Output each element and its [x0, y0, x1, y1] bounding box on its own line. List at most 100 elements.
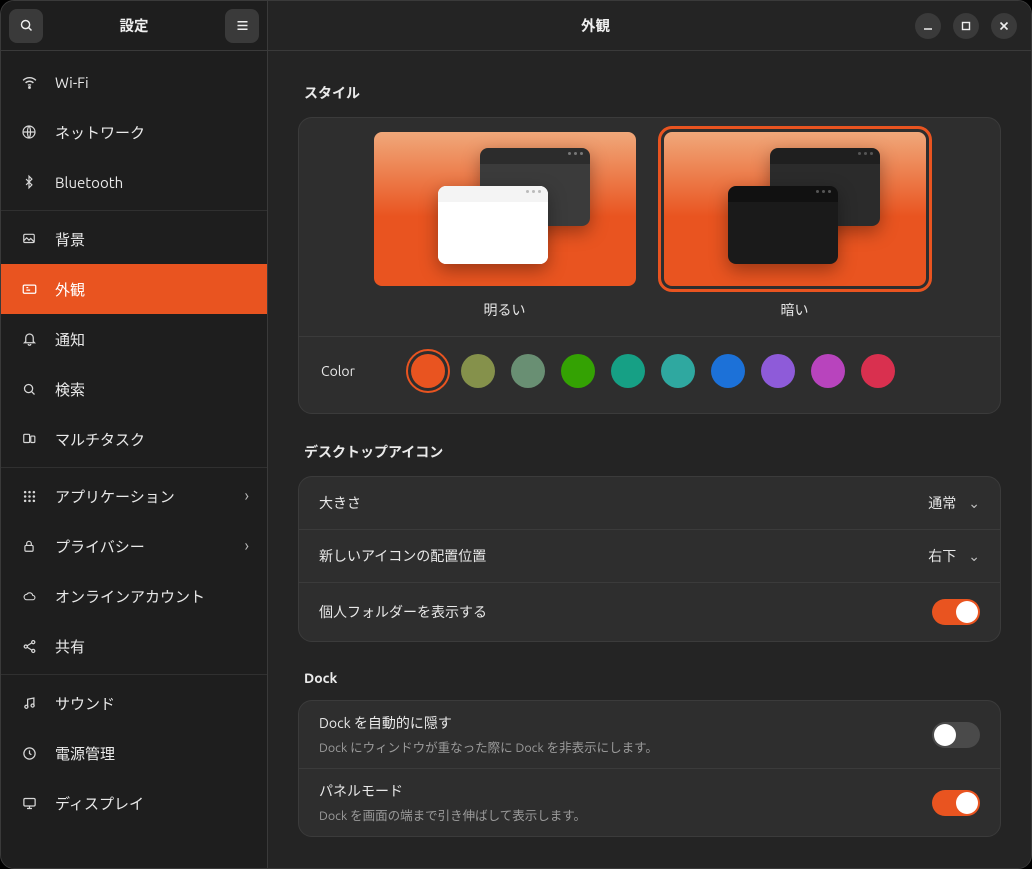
- search-button[interactable]: [9, 9, 43, 43]
- color-swatch[interactable]: [611, 354, 645, 388]
- sidebar-list: Wi-Fi ネットワーク Bluetooth 背景 外観 通知 検索 マルチタス…: [1, 51, 267, 868]
- desktop-icons-heading: デスクトップアイコン: [304, 442, 1001, 462]
- sidebar: 設定 Wi-Fi ネットワーク Bluetooth 背景 外観 通知 検索 マル…: [1, 1, 268, 868]
- dock-panel-sub: Dock を画面の端まで引き伸ばして表示します。: [319, 805, 586, 824]
- globe-icon: [19, 124, 39, 140]
- bell-icon: [19, 331, 39, 347]
- sidebar-item-cloud[interactable]: オンラインアカウント: [1, 571, 267, 621]
- dock-panel-toggle[interactable]: [932, 790, 980, 816]
- sidebar-item-power[interactable]: 電源管理: [1, 728, 267, 778]
- dock-autohide-sub: Dock にウィンドウが重なった際に Dock を非表示にします。: [319, 737, 658, 756]
- desktop-icons-card: 大きさ 通常 ⌄ 新しいアイコンの配置位置 右下 ⌄ 個人フォルダーを表示する: [298, 476, 1001, 642]
- sidebar-item-label: アプリケーション: [55, 486, 175, 507]
- sidebar-item-label: オンラインアカウント: [55, 586, 205, 607]
- sidebar-item-multitask[interactable]: マルチタスク: [1, 414, 267, 464]
- style-heading: スタイル: [304, 83, 1001, 103]
- bluetooth-icon: [19, 174, 39, 190]
- theme-thumbnail: [664, 132, 926, 286]
- sidebar-item-label: マルチタスク: [55, 429, 145, 450]
- minimize-icon: [923, 21, 933, 31]
- show-personal-row: 個人フォルダーを表示する: [299, 583, 1000, 641]
- appearance-icon: [19, 282, 39, 297]
- show-personal-toggle[interactable]: [932, 599, 980, 625]
- theme-label: 暗い: [781, 300, 809, 320]
- color-swatch[interactable]: [461, 354, 495, 388]
- sidebar-item-label: サウンド: [55, 693, 115, 714]
- icon-size-row[interactable]: 大きさ 通常 ⌄: [299, 477, 1000, 530]
- power-icon: [19, 746, 39, 761]
- color-swatch[interactable]: [411, 354, 445, 388]
- sidebar-item-label: Bluetooth: [55, 174, 123, 191]
- sidebar-item-bluetooth[interactable]: Bluetooth: [1, 157, 267, 207]
- sidebar-item-wifi[interactable]: Wi-Fi: [1, 57, 267, 107]
- sidebar-item-label: 背景: [55, 229, 85, 250]
- close-button[interactable]: [991, 13, 1017, 39]
- dock-panel-label: パネルモード: [319, 781, 586, 801]
- sidebar-item-share[interactable]: 共有: [1, 621, 267, 671]
- color-swatch[interactable]: [861, 354, 895, 388]
- page-title: 外観: [276, 15, 915, 36]
- theme-row: 明るい 暗い: [317, 132, 982, 320]
- color-swatch[interactable]: [811, 354, 845, 388]
- sidebar-title: 設定: [43, 15, 225, 36]
- minimize-button[interactable]: [915, 13, 941, 39]
- content-scroll[interactable]: スタイル 明るい 暗い Color デスクトップアイコン 大きさ: [268, 51, 1031, 868]
- sidebar-separator: [1, 467, 267, 468]
- image-icon: [19, 232, 39, 246]
- window-controls: [915, 13, 1023, 39]
- theme-option-light[interactable]: 明るい: [374, 132, 636, 320]
- sidebar-item-display[interactable]: ディスプレイ: [1, 778, 267, 828]
- hamburger-button[interactable]: [225, 9, 259, 43]
- apps-icon: [19, 489, 39, 504]
- theme-thumbnail: [374, 132, 636, 286]
- sidebar-item-appearance[interactable]: 外観: [1, 264, 267, 314]
- icon-size-label: 大きさ: [319, 493, 361, 513]
- sidebar-item-lock[interactable]: プライバシー ›: [1, 521, 267, 571]
- sidebar-item-label: プライバシー: [55, 536, 145, 557]
- sidebar-item-label: ネットワーク: [55, 122, 145, 143]
- sidebar-item-image[interactable]: 背景: [1, 214, 267, 264]
- dock-panel-row: パネルモード Dock を画面の端まで引き伸ばして表示します。: [299, 769, 1000, 836]
- icon-position-row[interactable]: 新しいアイコンの配置位置 右下 ⌄: [299, 530, 1000, 583]
- color-label: Color: [321, 363, 355, 379]
- share-icon: [19, 639, 39, 654]
- color-swatch[interactable]: [561, 354, 595, 388]
- sidebar-item-label: 検索: [55, 379, 85, 400]
- theme-label: 明るい: [484, 300, 526, 320]
- sidebar-header: 設定: [1, 1, 267, 51]
- sidebar-item-search[interactable]: 検索: [1, 364, 267, 414]
- maximize-button[interactable]: [953, 13, 979, 39]
- chevron-down-icon: ⌄: [968, 495, 980, 512]
- chevron-down-icon: ⌄: [968, 548, 980, 565]
- sidebar-item-label: 通知: [55, 329, 85, 350]
- sidebar-item-label: ディスプレイ: [55, 793, 144, 814]
- sidebar-separator: [1, 674, 267, 675]
- sidebar-item-label: 外観: [55, 279, 85, 300]
- dock-heading: Dock: [304, 670, 1001, 686]
- icon-position-label: 新しいアイコンの配置位置: [319, 546, 486, 566]
- sidebar-item-sound[interactable]: サウンド: [1, 678, 267, 728]
- settings-window: 設定 Wi-Fi ネットワーク Bluetooth 背景 外観 通知 検索 マル…: [0, 0, 1032, 869]
- chevron-right-icon: ›: [245, 537, 250, 555]
- lock-icon: [19, 538, 39, 554]
- sidebar-item-apps[interactable]: アプリケーション ›: [1, 471, 267, 521]
- chevron-right-icon: ›: [245, 487, 250, 505]
- wifi-icon: [19, 74, 39, 91]
- sidebar-item-globe[interactable]: ネットワーク: [1, 107, 267, 157]
- color-swatch[interactable]: [711, 354, 745, 388]
- cloud-icon: [19, 590, 39, 603]
- close-icon: [999, 21, 1009, 31]
- theme-option-dark[interactable]: 暗い: [664, 132, 926, 320]
- sidebar-item-label: Wi-Fi: [55, 74, 89, 91]
- display-icon: [19, 796, 39, 811]
- sidebar-item-bell[interactable]: 通知: [1, 314, 267, 364]
- color-swatch[interactable]: [761, 354, 795, 388]
- dock-autohide-toggle[interactable]: [932, 722, 980, 748]
- color-swatches: [411, 354, 895, 388]
- sidebar-item-label: 共有: [55, 636, 85, 657]
- show-personal-label: 個人フォルダーを表示する: [319, 602, 487, 622]
- color-swatch[interactable]: [511, 354, 545, 388]
- maximize-icon: [961, 21, 971, 31]
- color-swatch[interactable]: [661, 354, 695, 388]
- dock-autohide-label: Dock を自動的に隠す: [319, 713, 658, 733]
